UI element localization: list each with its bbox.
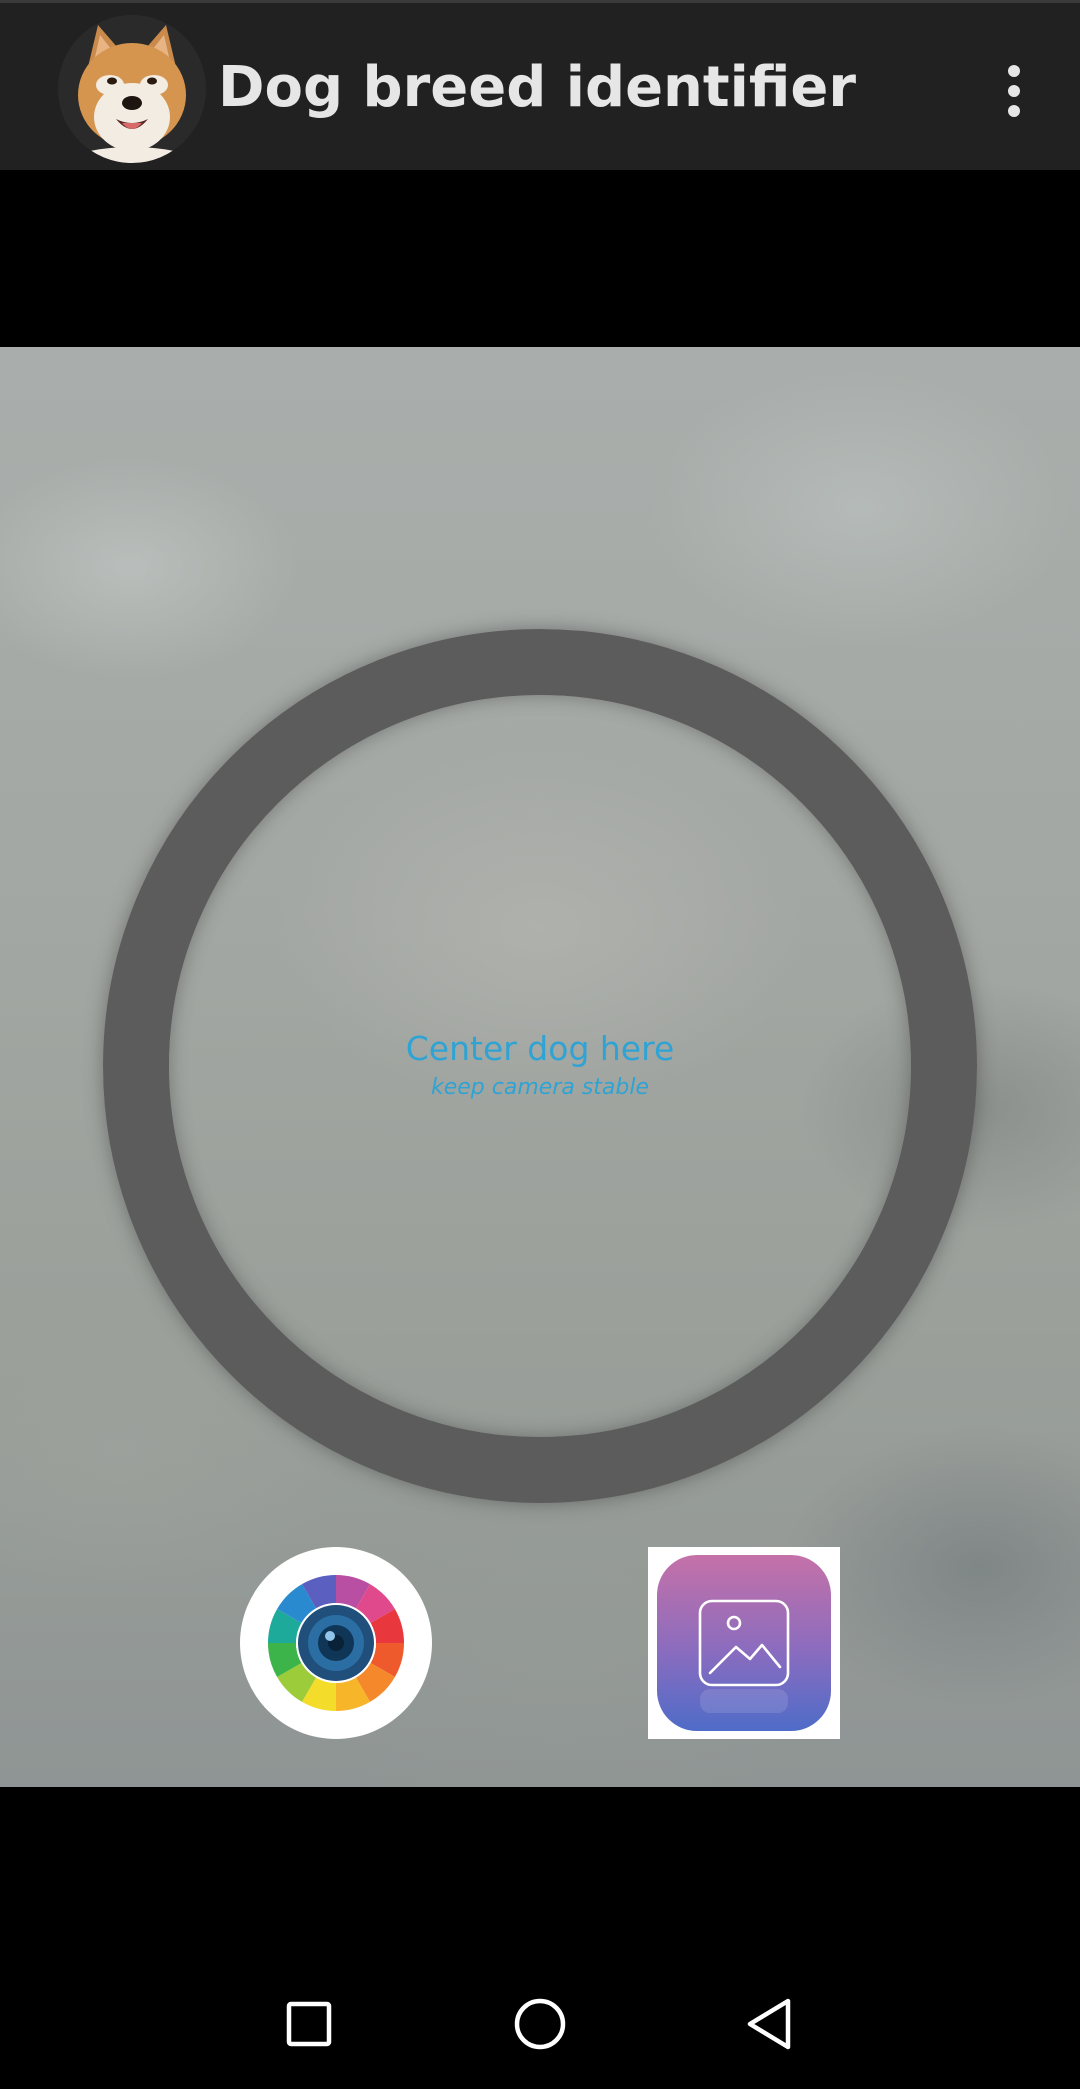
square-recents-icon[interactable] bbox=[249, 1960, 369, 2089]
color-wheel-camera-icon bbox=[268, 1575, 404, 1711]
overflow-dot bbox=[1008, 105, 1020, 117]
camera-capture-button[interactable] bbox=[240, 1547, 432, 1739]
circle-home-icon[interactable] bbox=[480, 1960, 600, 2089]
camera-preview[interactable]: Center dog here keep camera stable bbox=[0, 347, 1080, 1787]
overflow-dot bbox=[1008, 65, 1020, 77]
gallery-button[interactable] bbox=[648, 1547, 840, 1739]
overflow-dot bbox=[1008, 85, 1020, 97]
app-title: Dog breed identifier bbox=[218, 55, 856, 120]
triangle-back-icon[interactable] bbox=[710, 1960, 830, 2089]
akita-dog-avatar-icon bbox=[58, 15, 206, 163]
hint-subtitle: keep camera stable bbox=[430, 1075, 649, 1100]
system-nav-bar bbox=[0, 1960, 1080, 2089]
hint-title: Center dog here bbox=[405, 1029, 675, 1068]
app-bar: Dog breed identifier bbox=[0, 0, 1080, 170]
gallery-image-icon bbox=[657, 1555, 831, 1731]
top-spacer bbox=[0, 170, 1080, 347]
more-vert-icon[interactable] bbox=[990, 55, 1038, 127]
